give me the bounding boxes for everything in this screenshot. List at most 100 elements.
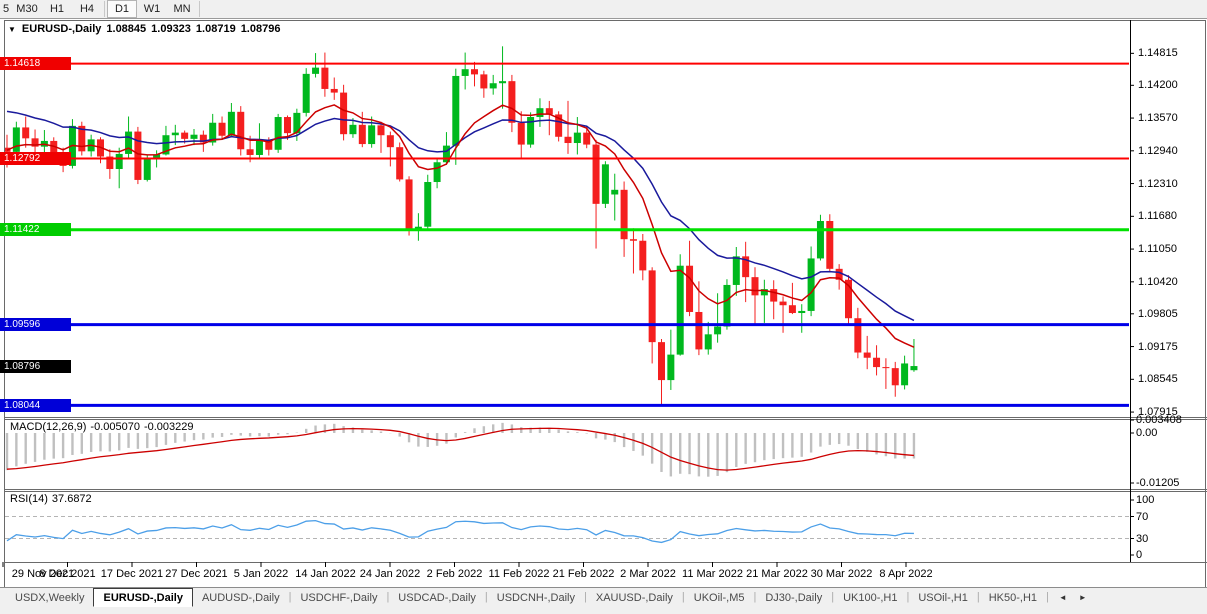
toolbar-divider [104,1,105,17]
tab-separator: | [1046,588,1049,607]
candle [349,125,356,134]
candle [723,285,730,327]
candle [191,135,198,139]
candle [144,159,151,180]
toolbar-divider [199,1,200,17]
candle [134,132,141,180]
candle [733,256,740,285]
candle [611,190,618,195]
candle [892,368,899,385]
symbol-tab-uk100-h1[interactable]: UK100-,H1 [834,588,906,607]
symbol-tab-usdcad-daily[interactable]: USDCAD-,Daily [389,588,485,607]
candle [434,162,441,182]
candle [480,74,487,88]
timeframe-button-h4[interactable]: H4 [72,0,102,18]
candle [312,68,319,74]
symbol-tab-usdcnh-daily[interactable]: USDCNH-,Daily [488,588,584,607]
symbol-tab-xauusd-daily[interactable]: XAUUSD-,Daily [587,588,682,607]
candle [667,355,674,380]
candle [901,363,908,385]
candle [340,93,347,135]
symbol-tab-dj30-daily[interactable]: DJ30-,Daily [756,588,831,607]
candle [331,89,338,93]
candle [406,179,413,228]
candle [219,123,226,136]
tab-scroll-controls: ◄► [1059,588,1087,607]
candle [910,366,917,370]
candle [789,305,796,313]
timeframe-toolbar: 5M30H1H4 D1W1MN [0,0,1207,19]
candle [565,137,572,143]
symbol-tab-audusd-daily[interactable]: AUDUSD-,Daily [193,588,289,607]
candle [536,108,543,117]
candle [60,155,67,166]
tab-scroll-right-button[interactable]: ► [1079,593,1087,602]
candle [303,74,310,113]
candle [658,342,665,380]
candle [237,112,244,149]
candle [583,133,590,145]
candle [490,83,497,88]
candle [247,149,254,155]
candle [864,353,871,358]
candle [508,81,515,123]
candle [275,117,282,150]
timeframe-button-mn[interactable]: MN [167,0,197,18]
symbol-tab-hk50-h1[interactable]: HK50-,H1 [980,588,1046,607]
candle [574,133,581,143]
candle [13,127,20,151]
candle [630,239,637,241]
candle [873,358,880,367]
timeframe-button-m30[interactable]: M30 [12,0,42,18]
symbol-tab-usoil-h1[interactable]: USOil-,H1 [909,588,977,607]
candle [639,241,646,271]
candle [181,133,188,139]
symbol-tab-eurusd-daily[interactable]: EURUSD-,Daily [93,588,192,607]
timeframe-button-w1[interactable]: W1 [137,0,167,18]
candle [752,277,759,295]
candle [22,127,29,138]
candle [452,76,459,146]
candle [798,311,805,313]
chart-background [0,19,1207,587]
trading-platform-window: 5M30H1H4D1W1MN ▼EURUSD-,Daily1.088451.09… [0,0,1207,614]
candle [808,258,815,311]
candle [882,367,889,368]
candle [228,112,235,136]
candle [424,182,431,227]
candle [368,125,375,144]
timeframe-button-h1[interactable]: H1 [42,0,72,18]
candle [621,190,628,239]
candle [378,125,385,135]
timeframe-button-5[interactable]: 5 [0,0,12,18]
timeframe-button-d1[interactable]: D1 [107,0,137,18]
candle [817,221,824,258]
candle [387,135,394,147]
symbol-tab-usdx-weekly[interactable]: USDX,Weekly [6,588,93,607]
candle [359,125,366,144]
candle [396,147,403,179]
candle [826,221,833,269]
candle [714,327,721,335]
symbol-tab-ukoil-m5[interactable]: UKOil-,M5 [685,588,754,607]
candle [686,266,693,312]
candle [116,154,123,169]
tab-scroll-left-button[interactable]: ◄ [1059,593,1067,602]
candle [602,164,609,204]
candle [172,133,179,136]
candle [321,68,328,89]
candle [593,145,600,204]
candle [499,81,506,83]
chart-canvas [0,0,1207,614]
candle [462,69,469,76]
candle [705,334,712,349]
symbol-tab-usdchf-daily[interactable]: USDCHF-,Daily [291,588,386,607]
candle [284,117,291,133]
candle [770,289,777,301]
candle [125,132,132,154]
candle [677,266,684,355]
candle [256,140,263,155]
candle [471,69,478,74]
candle [780,302,787,306]
candle [649,270,656,342]
